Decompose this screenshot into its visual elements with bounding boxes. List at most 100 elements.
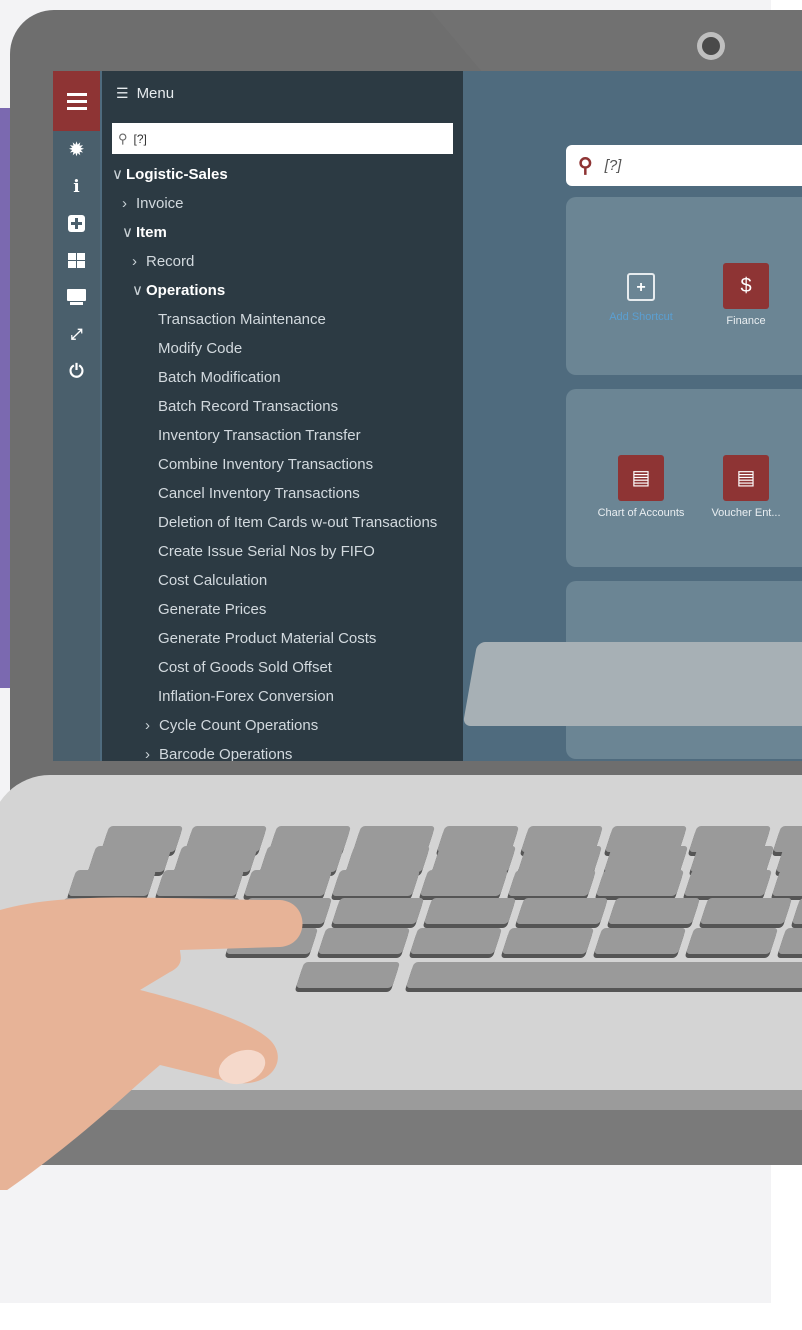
keyboard-key xyxy=(685,928,779,954)
info-button[interactable]: i xyxy=(53,168,100,205)
add-button[interactable] xyxy=(53,205,100,242)
logout-button[interactable]: ⏻ xyxy=(53,353,100,390)
menu-tree-item[interactable]: Combine Inventory Transactions xyxy=(102,450,463,479)
menu-tree-item[interactable]: Deletion of Item Cards w-out Transaction… xyxy=(102,508,463,537)
menu-tree-label: Cost of Goods Sold Offset xyxy=(158,659,332,676)
menu-tree-branch[interactable]: ∨ Operations xyxy=(102,276,463,305)
menu-tree-item[interactable]: Modify Code xyxy=(102,334,463,363)
fullscreen-button[interactable]: ⤢ xyxy=(53,316,100,353)
menu-tree-label: Inflation-Forex Conversion xyxy=(158,688,334,705)
keyboard-key xyxy=(423,898,517,924)
grid-icon xyxy=(68,253,85,268)
menu-tree: ∨ Logistic-Sales › Invoice ∨ Item › Record ∨ Oper… xyxy=(102,160,463,761)
menu-tree-branch[interactable]: › Record xyxy=(102,247,463,276)
shortcut-tile-label: Finance xyxy=(726,315,766,327)
menu-tree-label: Logistic-Sales xyxy=(126,166,228,183)
keyboard-key xyxy=(515,898,609,924)
shortcut-tile[interactable]: $ Finance xyxy=(701,263,791,328)
info-icon: i xyxy=(73,176,80,197)
menu-tree-label: Cycle Count Operations xyxy=(159,717,319,734)
menu-tree-branch[interactable]: ∨ Item xyxy=(102,218,463,247)
menu-tree-label: Record xyxy=(146,253,195,270)
menu-icon xyxy=(66,93,87,110)
trackpad xyxy=(462,642,802,726)
menu-search-input[interactable]: ⚲ [?] xyxy=(112,123,453,154)
keyboard-key xyxy=(603,846,689,872)
power-icon: ⏻ xyxy=(69,361,84,381)
shortcut-card: ▤ Chart of Accounts ▤ Voucher Ent... xyxy=(566,389,802,567)
chevron-right-icon: › xyxy=(132,253,137,270)
keyboard-key xyxy=(683,870,773,896)
expand-icon: ⤢ xyxy=(70,326,83,343)
icon-rail: ✹ i ⤢ ⏻ xyxy=(53,71,100,761)
menu-tree-item[interactable]: Cancel Inventory Transactions xyxy=(102,479,463,508)
shortcut-tile-label: Chart of Accounts xyxy=(597,507,685,519)
menu-tree-label: Generate Product Material Costs xyxy=(158,630,377,647)
menu-tree-item[interactable]: Batch Record Transactions xyxy=(102,392,463,421)
menu-tree-label: Operations xyxy=(146,282,226,299)
chevron-right-icon: › xyxy=(122,195,127,212)
hamburger-button[interactable] xyxy=(53,71,100,131)
menu-tree-label: Cost Calculation xyxy=(158,572,268,589)
menu-header[interactable]: ☰ Menu xyxy=(102,71,463,115)
menu-tree-item[interactable]: Generate Product Material Costs xyxy=(102,624,463,653)
menu-tree-item[interactable]: Inflation-Forex Conversion xyxy=(102,682,463,711)
keyboard-key xyxy=(607,898,701,924)
screen-button[interactable] xyxy=(53,279,100,316)
menu-tree-branch[interactable]: › Invoice xyxy=(102,189,463,218)
keyboard-key xyxy=(593,928,687,954)
keyboard-key xyxy=(419,870,509,896)
chevron-down-icon: ∨ xyxy=(112,166,123,183)
content-search-input[interactable]: ⚲ [?] xyxy=(566,145,802,186)
dashboard-button[interactable] xyxy=(53,242,100,279)
keyboard-key xyxy=(331,870,421,896)
keyboard-key xyxy=(689,846,775,872)
add-icon: + xyxy=(627,273,655,301)
menu-lines-icon: ☰ xyxy=(116,84,129,101)
search-icon: ⚲ xyxy=(118,130,128,146)
menu-tree-item[interactable]: Transaction Maintenance xyxy=(102,305,463,334)
menu-tree-item[interactable]: Cost Calculation xyxy=(102,566,463,595)
finance-icon: $ xyxy=(723,263,769,309)
menu-tree-item[interactable]: Generate Prices xyxy=(102,595,463,624)
menu-tree-item[interactable]: Create Issue Serial Nos by FIFO xyxy=(102,537,463,566)
menu-tree-label: Invoice xyxy=(136,195,184,212)
chevron-down-icon: ∨ xyxy=(132,282,143,299)
chevron-right-icon: › xyxy=(145,746,150,761)
webcam xyxy=(697,32,725,60)
menu-tree-item[interactable]: Inventory Transaction Transfer xyxy=(102,421,463,450)
menu-tree-branch[interactable]: ∨ Logistic-Sales xyxy=(102,160,463,189)
shortcut-tile[interactable]: ▤ Chart of Accounts xyxy=(596,455,686,520)
menu-title: Menu xyxy=(136,84,175,102)
menu-tree-branch[interactable]: › Barcode Operations xyxy=(102,740,463,761)
menu-tree-label: Item xyxy=(136,224,167,241)
chevron-down-icon: ∨ xyxy=(122,224,133,241)
keyboard-key xyxy=(431,846,517,872)
menu-tree-label: Transaction Maintenance xyxy=(158,311,326,328)
shortcut-tile[interactable]: ▤ Voucher Ent... xyxy=(701,455,791,520)
navigation-menu: ☰ Menu ⚲ [?] ∨ Logistic-Sales › Invoice ∨ Ite… xyxy=(102,71,463,761)
menu-tree-label: Batch Modification xyxy=(158,369,281,386)
chart-of-accounts-icon: ▤ xyxy=(618,455,664,501)
pointing-hand xyxy=(0,897,303,1190)
menu-search-value: [?] xyxy=(133,131,147,146)
menu-tree-item[interactable]: Batch Modification xyxy=(102,363,463,392)
shortcut-card: + Add Shortcut $ Finance xyxy=(566,197,802,375)
settings-button[interactable]: ✹ xyxy=(53,131,100,168)
keyboard-key xyxy=(331,898,425,924)
menu-tree-label: Generate Prices xyxy=(158,601,267,618)
keyboard-key xyxy=(507,870,597,896)
gear-icon: ✹ xyxy=(69,139,84,159)
keyboard-key xyxy=(345,846,431,872)
shortcut-tile-label: Voucher Ent... xyxy=(711,507,781,519)
menu-tree-label: Create Issue Serial Nos by FIFO xyxy=(158,543,375,560)
keyboard-key xyxy=(517,846,603,872)
menu-tree-label: Batch Record Transactions xyxy=(158,398,339,415)
add-shortcut-tile[interactable]: + Add Shortcut xyxy=(596,263,686,324)
monitor-icon xyxy=(67,289,86,305)
menu-tree-branch[interactable]: › Cycle Count Operations xyxy=(102,711,463,740)
add-icon xyxy=(68,215,85,232)
menu-tree-item[interactable]: Cost of Goods Sold Offset xyxy=(102,653,463,682)
content-search-value: [?] xyxy=(604,157,622,174)
menu-tree-label: Cancel Inventory Transactions xyxy=(158,485,360,502)
